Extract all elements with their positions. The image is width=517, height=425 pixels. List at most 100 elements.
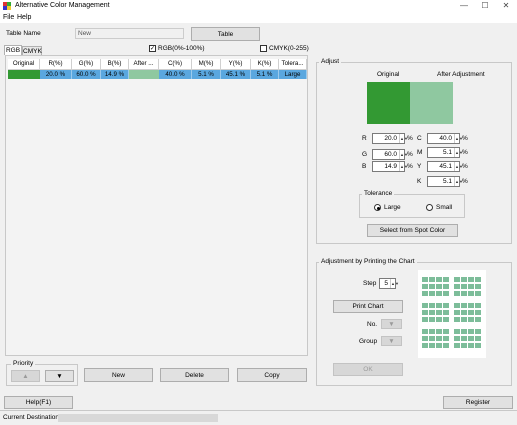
chart-patch: [422, 291, 428, 296]
maximize-button[interactable]: ☐: [475, 0, 495, 12]
column-header-b[interactable]: B(%): [101, 59, 129, 70]
chart-patch: [475, 343, 481, 348]
spin-arrows-icon[interactable]: ▲▼: [454, 162, 463, 171]
spin-arrows-icon[interactable]: ▲▼: [390, 279, 399, 288]
column-header-tolerance[interactable]: Tolera...: [279, 59, 307, 70]
spin-arrows-icon[interactable]: ▲▼: [454, 177, 463, 186]
spin-arrows-icon[interactable]: ▲▼: [454, 134, 463, 143]
cell-tolerance: Large: [279, 70, 307, 79]
column-header-original[interactable]: Original: [8, 59, 40, 70]
chart-patch: [443, 284, 449, 289]
select-spot-color-button[interactable]: Select from Spot Color: [367, 224, 458, 237]
chart-patch: [422, 343, 428, 348]
tolerance-small-radio[interactable]: [426, 204, 433, 211]
group-dropdown[interactable]: ▼: [381, 336, 402, 346]
c-spinbox[interactable]: 40.0 ▲▼: [427, 133, 463, 144]
chart-patch: [475, 336, 481, 341]
column-header-after[interactable]: After ...: [129, 59, 159, 70]
close-button[interactable]: ✕: [496, 0, 516, 12]
chart-patch: [443, 310, 449, 315]
column-header-m[interactable]: M(%): [192, 59, 221, 70]
column-header-k[interactable]: K(%): [251, 59, 279, 70]
chart-patch: [436, 317, 442, 322]
new-button[interactable]: New: [84, 368, 153, 382]
step-spinbox[interactable]: 5 ▲▼: [379, 278, 399, 289]
k-label: K: [417, 178, 422, 185]
spin-arrows-icon[interactable]: ▲▼: [399, 150, 408, 159]
k-value: 5.1: [442, 178, 452, 185]
r-spinbox[interactable]: 20.0 ▲▼: [372, 133, 408, 144]
b-unit: %: [407, 163, 413, 170]
chart-patch: [429, 303, 435, 308]
chart-patch: [454, 284, 460, 289]
register-button[interactable]: Register: [443, 396, 513, 409]
tolerance-large-radio[interactable]: [374, 204, 381, 211]
chart-patch: [454, 291, 460, 296]
c-label: C: [417, 135, 422, 142]
chart-patch: [475, 310, 481, 315]
chart-patch: [436, 336, 442, 341]
chart-patch: [429, 277, 435, 282]
chart-patch: [443, 303, 449, 308]
table-name-field[interactable]: New: [75, 28, 184, 39]
cell-b: 14.9 %: [101, 70, 129, 79]
priority-down-button[interactable]: ▼: [45, 370, 74, 382]
chart-patch: [422, 329, 428, 334]
chart-patch: [454, 336, 460, 341]
k-unit: %: [462, 178, 468, 185]
help-button[interactable]: Help(F1): [4, 396, 73, 409]
chart-patch: [443, 317, 449, 322]
original-color-swatch: [367, 82, 410, 124]
minimize-button[interactable]: —: [454, 0, 474, 12]
rgb-mode-label: RGB(0%-100%): [158, 45, 205, 52]
print-chart-button[interactable]: Print Chart: [333, 300, 403, 313]
chart-patch: [468, 343, 474, 348]
chart-patch: [443, 277, 449, 282]
window-title: Alternative Color Management: [15, 2, 110, 9]
priority-up-button[interactable]: ▲: [11, 370, 40, 382]
column-header-y[interactable]: Y(%): [221, 59, 251, 70]
tab-rgb[interactable]: RGB: [4, 45, 22, 55]
cmyk-mode-checkbox[interactable]: [260, 45, 267, 52]
arrow-down-icon: ▼: [56, 372, 63, 380]
copy-button[interactable]: Copy: [237, 368, 307, 382]
chart-patch: [468, 284, 474, 289]
chart-patch: [454, 277, 460, 282]
spin-arrows-icon[interactable]: ▲▼: [454, 148, 463, 157]
check-icon: ✓: [149, 45, 156, 52]
tolerance-title: Tolerance: [362, 190, 395, 197]
menu-file[interactable]: File: [3, 14, 14, 21]
chart-patch: [429, 284, 435, 289]
chart-patch: [475, 291, 481, 296]
k-spinbox[interactable]: 5.1 ▲▼: [427, 176, 463, 187]
g-spinbox[interactable]: 60.0 ▲▼: [372, 149, 408, 160]
m-value: 5.1: [442, 149, 452, 156]
tab-cmyk[interactable]: CMYK: [22, 46, 42, 55]
cmyk-mode-label: CMYK(0-255): [269, 45, 309, 52]
cell-c: 40.0 %: [159, 70, 192, 79]
column-header-g[interactable]: G(%): [72, 59, 101, 70]
chart-patch: [468, 277, 474, 282]
y-spinbox[interactable]: 45.1 ▲▼: [427, 161, 463, 172]
current-destination-value: [58, 414, 218, 422]
chart-patch: [461, 336, 467, 341]
tolerance-group: Tolerance Large Small: [359, 190, 465, 218]
step-value: 5: [384, 280, 388, 287]
b-spinbox[interactable]: 14.9 ▲▼: [372, 161, 408, 172]
rgb-mode-checkbox[interactable]: ✓: [149, 45, 156, 52]
no-dropdown[interactable]: ▼: [381, 319, 402, 329]
g-value: 60.0: [384, 151, 397, 158]
status-bar: Current Destination: [0, 410, 517, 425]
spin-arrows-icon[interactable]: ▲▼: [399, 134, 408, 143]
table-button[interactable]: Table: [191, 27, 260, 41]
m-spinbox[interactable]: 5.1 ▲▼: [427, 147, 463, 158]
ok-button[interactable]: OK: [333, 363, 403, 376]
menu-help[interactable]: Help: [17, 14, 31, 21]
column-header-r[interactable]: R(%): [40, 59, 72, 70]
delete-button[interactable]: Delete: [160, 368, 229, 382]
chart-patch: [475, 303, 481, 308]
spin-arrows-icon[interactable]: ▲▼: [399, 162, 408, 171]
table-row[interactable]: 20.0 % 60.0 % 14.9 % 40.0 % 5.1 % 45.1 %…: [8, 70, 307, 79]
column-header-c[interactable]: C(%): [159, 59, 192, 70]
chart-patch: [429, 343, 435, 348]
